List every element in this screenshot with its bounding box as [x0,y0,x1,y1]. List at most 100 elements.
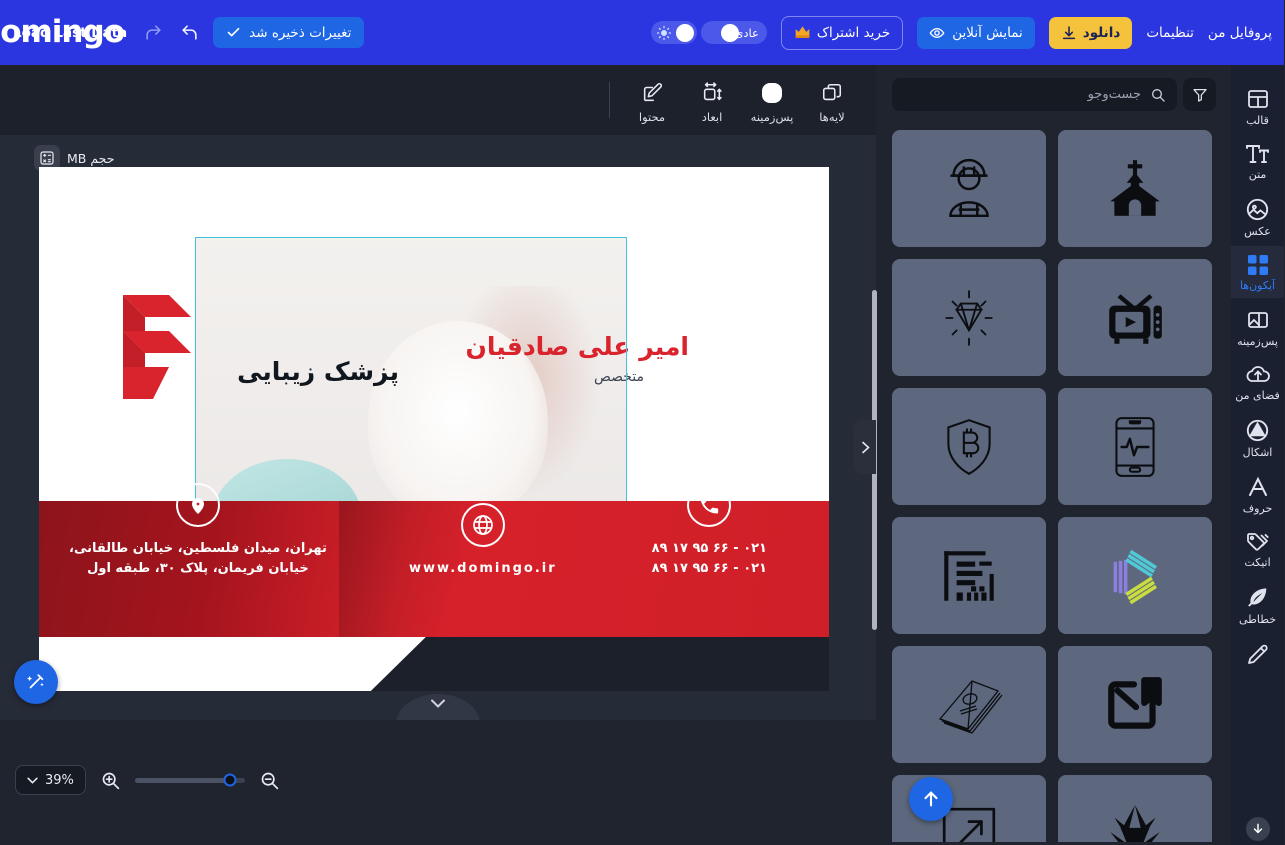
text-icon [1246,143,1272,165]
buy-subscription-button[interactable]: خرید اشتراک [781,15,905,50]
online-preview-button[interactable]: نمایش آنلاین [918,16,1036,49]
zoom-slider-handle[interactable] [224,773,237,787]
rail-item-tag[interactable]: اتیکت [1232,523,1285,575]
panel-search-row [893,78,1217,111]
toggle-knob [676,23,695,42]
rail-item-icons[interactable]: آیکون‌ها [1232,246,1285,298]
download-circle-icon[interactable] [1246,817,1271,841]
icon-tile-colored-arrow-stripes[interactable] [1059,517,1213,634]
eye-icon [930,25,946,41]
theme-toggle[interactable] [651,21,698,44]
footer-address-1: تهران، میدان فلسطین، خیابان طالقانی، [70,540,328,556]
tool-layers[interactable]: لایه‌ها [805,76,861,124]
letters-icon [1247,475,1271,499]
chevron-down-icon [28,777,39,784]
background-circle-icon [760,80,786,106]
rail-item-calligraphy[interactable]: خطاطی [1232,577,1285,632]
sun-icon [657,25,672,40]
pen-icon [1247,642,1271,666]
normal-mode-toggle[interactable]: عادی [701,21,768,44]
icon-tile-sketch-book[interactable] [893,646,1047,763]
panel-collapse-handle[interactable] [855,420,877,474]
rail-item-text[interactable]: متن [1232,135,1285,187]
download-icon [1062,25,1078,41]
zoom-controls: 39% [16,765,281,795]
rail-label: خطاطی [1239,613,1278,626]
tool-label: لایه‌ها [820,110,846,124]
design-card[interactable]: پزشک زیبایی امیر علی صادقیان متخصص ۰۲۱ -… [40,167,830,691]
rail-item-image[interactable]: عکس [1232,189,1285,244]
background-panel-icon [1247,308,1271,332]
icon-tile-bitcoin-shield[interactable] [893,388,1047,505]
rail-item-my-space[interactable]: فضای من [1232,356,1285,408]
footer-website: www.domingo.ir [410,560,558,576]
toolbar-divider [610,82,611,118]
saved-status-button[interactable]: تغییرات ذخیره شد [214,17,366,48]
filter-icon[interactable] [1184,78,1217,111]
icon-tile-church[interactable] [1059,130,1213,247]
zoom-slider[interactable] [135,773,246,787]
rail-label: عکس [1245,225,1272,238]
canvas-collapse-chevron[interactable] [396,694,481,720]
app-header: domingo تغییرات ذخیره شد Load Last Data … [0,0,1285,65]
rail-item-template[interactable]: قالب [1232,79,1285,133]
search-box[interactable] [893,78,1178,111]
header-left-group: تغییرات ذخیره شد Load Last Data [14,0,366,65]
card-bottom-strip [40,637,830,691]
icon-tile-diamond-shine[interactable] [893,259,1047,376]
zoom-level-dropdown[interactable]: 39% [16,765,87,795]
my-cloud-icon [1246,364,1272,386]
undo-icon[interactable] [178,23,200,42]
rail-label: پس‌زمینه [1238,335,1279,348]
rail-item-pen[interactable] [1232,634,1285,672]
icon-tile-bookmark-inbox[interactable] [1059,646,1213,763]
zoom-level-value: 39% [46,772,75,788]
header-toggles: عادی [651,21,768,44]
tool-background[interactable]: پس‌زمینه [745,76,801,124]
download-button[interactable]: دانلود [1049,16,1134,49]
magic-wand-icon[interactable] [15,660,59,704]
load-last-data-button[interactable]: Load Last Data [14,25,128,41]
rail-item-letters[interactable]: حروف [1232,467,1285,521]
tool-content[interactable]: محتوا [625,76,681,124]
canvas-area[interactable]: حجم MB پزشک زیبایی امیر علی صادقیان متخص… [0,135,877,720]
settings-menu[interactable]: تنظیمات [1147,25,1195,41]
red-brand-logo[interactable] [110,287,205,407]
icon-tile-document-chart[interactable] [893,517,1047,634]
bottom-bar: 39% صفحه جدید [0,720,877,845]
icon-tile-construction-worker[interactable] [893,130,1047,247]
size-badge-label: حجم MB [68,150,116,166]
card-role-text[interactable]: پزشک زیبایی [238,357,400,386]
footer-phone-1: ۰۲۱ - ۶۶ ۹۵ ۱۷ ۸۹ [652,540,768,556]
card-subtitle-text[interactable]: متخصص [595,369,645,385]
icon-tile-mobile-heartbeat[interactable] [1059,388,1213,505]
tool-label: ابعاد [702,110,724,124]
card-footer-band: ۰۲۱ - ۶۶ ۹۵ ۱۷ ۸۹ ۰۲۱ - ۶۶ ۹۵ ۱۷ ۸۹ www.… [40,482,830,637]
profile-menu[interactable]: پروفایل من [1209,25,1273,41]
right-rail: قالب متن عکس آیکون‌ها پس‌زمینه [1232,65,1285,845]
redo-icon[interactable] [142,23,164,42]
tool-dimensions[interactable]: ابعاد [685,76,741,124]
icons-grid-icon [1248,254,1270,276]
tool-label: پس‌زمینه [751,110,795,124]
layers-icon [822,80,844,106]
toggle-knob [721,23,740,42]
zoom-out-icon[interactable] [260,770,281,791]
template-icon [1247,87,1271,111]
globe-icon [461,502,506,547]
search-input[interactable] [904,87,1142,102]
app-root: domingo تغییرات ذخیره شد Load Last Data … [0,0,1285,845]
icon-tile-tv-play[interactable] [1059,259,1213,376]
tag-icon [1246,531,1272,553]
icon-tile-black-fan[interactable] [1059,775,1213,842]
subscription-label: خرید اشتراک [817,24,892,41]
card-title-text[interactable]: امیر علی صادقیان [467,332,690,361]
footer-address-2: خیابان فریمان، پلاک ۳۰، طبقه اول [88,560,310,576]
zoom-in-icon[interactable] [101,770,122,791]
rail-item-shapes[interactable]: اشکال [1232,410,1285,465]
check-icon [227,25,242,40]
rail-label: اشکال [1243,446,1274,459]
rail-item-background[interactable]: پس‌زمینه [1232,300,1285,354]
scroll-to-top-button[interactable] [910,777,954,821]
zoom-slider-fill [135,777,231,783]
